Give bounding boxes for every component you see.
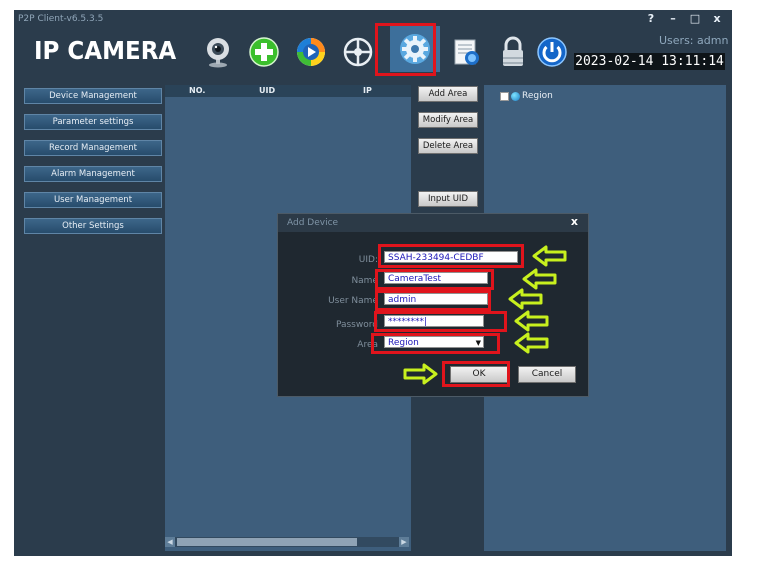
lock-icon[interactable] <box>495 34 531 70</box>
window-title: P2P Client-v6.5.3.5 <box>18 14 104 24</box>
dialog-title-bar: Add Device x <box>278 214 588 232</box>
username-highlight-box <box>375 290 491 311</box>
sidebar: Device Management Parameter settings Rec… <box>18 85 166 553</box>
left-arrow-icon <box>508 288 543 310</box>
power-icon[interactable] <box>534 34 570 70</box>
app-logo: IP CAMERA <box>34 36 177 65</box>
region-tree-root[interactable]: Region <box>500 91 553 101</box>
right-arrow-icon <box>403 363 438 385</box>
area-label: Area <box>357 340 378 350</box>
datetime-display: 2023-02-14 13:11:14 <box>574 53 725 70</box>
dialog-title: Add Device <box>287 218 339 228</box>
settings-highlight-box <box>375 23 436 76</box>
add-icon[interactable] <box>246 34 282 70</box>
sidebar-item-other-settings[interactable]: Other Settings <box>24 218 162 234</box>
name-highlight-box <box>375 269 494 290</box>
area-highlight-box <box>371 333 500 354</box>
sidebar-item-device-management[interactable]: Device Management <box>24 88 162 104</box>
region-label: Region <box>522 91 553 101</box>
dialog-close-icon[interactable]: x <box>571 215 578 228</box>
globe-icon <box>511 91 520 101</box>
region-checkbox[interactable] <box>500 91 509 101</box>
column-header-uid[interactable]: UID <box>259 85 275 97</box>
column-header-no[interactable]: NO. <box>189 85 205 97</box>
modify-area-button[interactable]: Modify Area <box>418 112 478 128</box>
ok-highlight-box <box>442 361 510 387</box>
webcam-icon[interactable] <box>200 34 236 70</box>
horizontal-scrollbar[interactable]: ◀ ▶ <box>165 537 409 547</box>
sidebar-item-record-management[interactable]: Record Management <box>24 140 162 156</box>
add-area-button[interactable]: Add Area <box>418 86 478 102</box>
cancel-button[interactable]: Cancel <box>518 366 576 383</box>
password-label: Password <box>335 320 378 330</box>
left-arrow-icon <box>514 332 549 354</box>
sidebar-item-alarm-management[interactable]: Alarm Management <box>24 166 162 182</box>
input-uid-button[interactable]: Input UID <box>418 191 478 207</box>
sidebar-item-user-management[interactable]: User Management <box>24 192 162 208</box>
username-label: User Name <box>328 296 378 306</box>
scrollbar-thumb[interactable] <box>177 538 357 546</box>
left-arrow-icon <box>532 245 567 267</box>
ptz-wheel-icon[interactable] <box>340 34 376 70</box>
column-header-ip[interactable]: IP <box>363 85 372 97</box>
close-button[interactable]: x <box>708 10 726 28</box>
scroll-left-icon[interactable]: ◀ <box>165 537 175 547</box>
scroll-right-icon[interactable]: ▶ <box>399 537 409 547</box>
delete-area-button[interactable]: Delete Area <box>418 138 478 154</box>
title-bar: P2P Client-v6.5.3.5 ? – □ x <box>14 10 732 30</box>
left-arrow-icon <box>522 268 557 290</box>
name-label: Name <box>351 276 378 286</box>
password-highlight-box <box>374 311 507 332</box>
minimize-button[interactable]: – <box>664 10 682 28</box>
sidebar-item-parameter-settings[interactable]: Parameter settings <box>24 114 162 130</box>
device-list-header: NO. UID IP <box>165 85 411 97</box>
help-button[interactable]: ? <box>642 10 660 28</box>
playback-icon[interactable] <box>293 34 329 70</box>
left-arrow-icon <box>514 310 549 332</box>
uid-highlight-box <box>378 244 524 268</box>
current-user: Users: admn <box>659 34 729 47</box>
maximize-button[interactable]: □ <box>686 10 704 28</box>
log-document-icon[interactable] <box>448 34 484 70</box>
uid-label: UID: <box>358 255 378 265</box>
